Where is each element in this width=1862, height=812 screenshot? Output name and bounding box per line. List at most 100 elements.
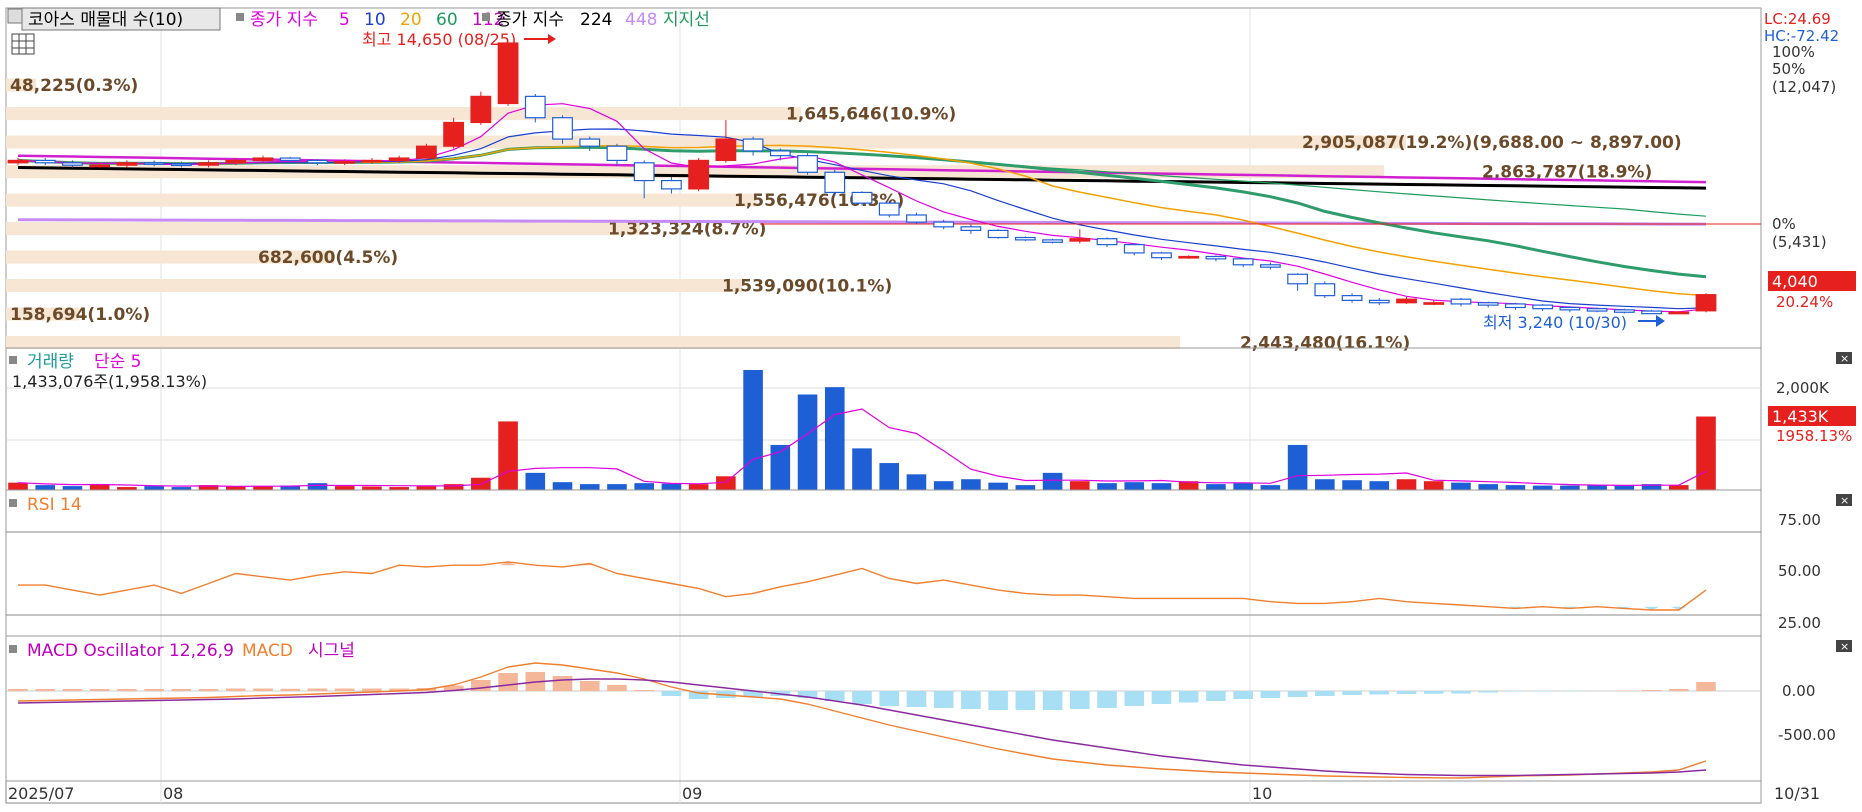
volume-bar [334,486,355,490]
volume-current-change: 1958.13% [1776,427,1852,445]
volume-bar [362,486,382,490]
candle-body [715,138,737,162]
volume-bar [1315,479,1335,490]
volume-bar [1369,481,1390,490]
volume-bar [1070,481,1090,490]
stock-chart-window: 48,225(0.3%) 1,645,646(10.9%) 2,905,087(19… [0,0,1862,812]
candle-body [252,157,274,162]
macd-oscillator-bar [1178,691,1199,703]
chart-canvas[interactable]: 48,225(0.3%) 1,645,646(10.9%) 2,905,087(19… [0,0,1862,812]
candle-body [933,221,955,228]
volume-bar [1124,482,1145,490]
candle-body [34,159,56,164]
volume-profile-label: 158,694(1.0%) [10,305,150,325]
close-icon-glyph: × [1840,352,1849,365]
volume-summary: 1,433,076주(1,958.13%) [12,372,207,391]
macd-oscillator-bar [62,689,83,691]
candle-body [470,95,492,124]
macd-oscillator-bar [1124,691,1145,706]
macd-oscillator-bar [988,691,1008,710]
volume-bar [416,486,437,490]
candle-body [1287,273,1309,285]
macd-oscillator-bar [661,691,682,696]
macd-oscillator-bar [1668,689,1689,691]
volume-bar [1560,485,1580,490]
macd-oscillator-bar [879,691,900,706]
volume-bar [1451,482,1471,490]
signal-label: 시그널 [308,641,355,661]
volume-bar [525,472,546,490]
macd-oscillator-bar [144,689,164,691]
macd-oscillator-bar [1342,691,1362,695]
candle-body [1559,306,1581,311]
macd-oscillator-bar [906,691,927,707]
candle-body [769,150,791,157]
macd-oscillator-bar [198,689,219,691]
macd-oscillator-bar [171,689,192,691]
grid-toggle-icon[interactable] [11,33,35,55]
volume-bar [961,479,981,490]
candle-body [1613,309,1635,313]
volume-axis-label: 2,000K [1776,379,1830,397]
macd-oscillator-bar [1260,691,1281,698]
volume-bar [1396,479,1417,490]
low-marker-label: 최저 3,240 (10/30) [1483,313,1627,332]
candle-body [1259,264,1281,268]
candle-body [1042,239,1063,243]
panel-menu-icon[interactable] [7,8,23,24]
candle-body [1532,304,1554,310]
volume-bar [1260,485,1281,490]
candle-body [906,214,927,223]
ma-legend-square [236,13,244,21]
candle-body [1205,255,1227,260]
candle-body [1396,298,1417,304]
candle-body [742,138,764,152]
macd-oscillator-bar [307,688,328,691]
candle-body [334,161,356,164]
volume-bar [307,483,328,490]
macd-oscillator-bar [1015,691,1036,710]
macd-oscillator-bar [961,691,981,709]
candle-body [1423,302,1445,305]
candle-body [1505,303,1526,309]
volume-bar [933,481,954,490]
candle-body [797,155,818,173]
current-price-value: 4,040 [1772,272,1818,291]
candle-body [1368,299,1390,304]
volume-profile-bar [6,335,1180,349]
volume-bar [1015,485,1036,490]
macd-label: MACD [242,641,293,661]
volume-bar [852,448,872,490]
volume-bar [824,387,845,490]
candle-body [143,162,165,165]
macd-tick-neg500: -500.00 [1778,726,1836,744]
macd-oscillator-bar [1532,691,1553,692]
chart-title: 코아스 매물대 수(10) [28,10,183,30]
volume-bar [62,486,83,490]
volume-bar [552,482,573,490]
candle-body [415,145,437,159]
macd-oscillator-bar [498,673,518,691]
candle-body [1096,238,1118,246]
candle-body [1477,302,1499,306]
rsi-tick-25: 25.00 [1778,614,1821,632]
macd-oscillator-bar [334,688,355,691]
candle-body [307,159,328,164]
volume-bar [1206,484,1226,490]
macd-oscillator-bar [362,688,382,691]
ma-period-20: 20 [400,10,422,30]
macd-oscillator-bar [1560,691,1580,692]
rsi-tick-75: 75.00 [1778,511,1821,529]
volume-bar [661,483,682,490]
macd-oscillator-bar [226,688,246,691]
volume-bar [1042,472,1063,490]
candle-body [361,159,383,163]
pct-100-label: 100% [1772,43,1815,61]
rsi-title: RSI 14 [27,495,82,515]
macd-oscillator-bar [280,688,301,691]
macd-oscillator-bar [1097,691,1117,708]
macd-oscillator-bar [634,690,654,691]
candle-body [1178,255,1200,259]
volume-profile-label: 2,443,480(16.1%) [1240,333,1410,353]
rsi-tick-50: 50.00 [1778,562,1821,580]
